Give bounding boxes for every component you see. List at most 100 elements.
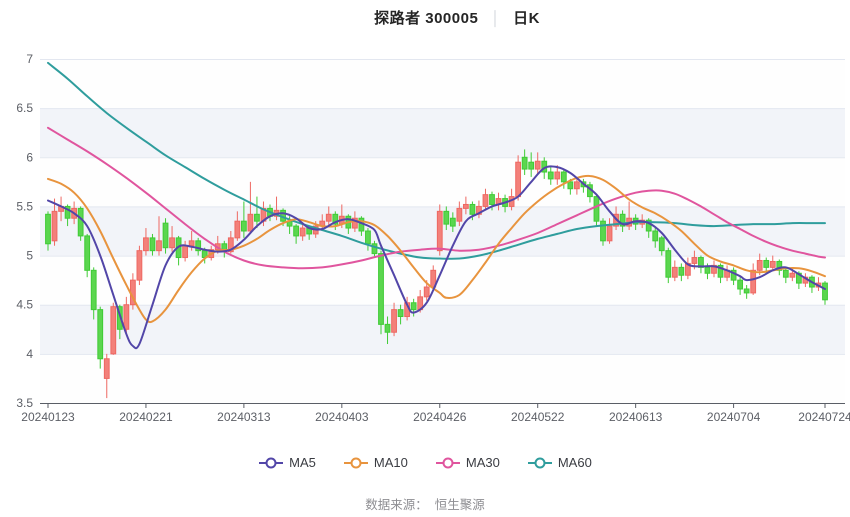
candle-body[interactable]: [764, 260, 769, 267]
candle-body[interactable]: [770, 261, 775, 267]
candle-body[interactable]: [574, 182, 579, 189]
candle-body[interactable]: [672, 267, 677, 277]
candle-body[interactable]: [157, 241, 162, 251]
svg-text:20240221: 20240221: [119, 410, 173, 424]
candle-body[interactable]: [529, 162, 534, 169]
candle-body[interactable]: [568, 182, 573, 189]
candle-body[interactable]: [751, 270, 756, 293]
candlestick-plot-area[interactable]: 3.544.555.566.57202401232024022120240313…: [0, 0, 850, 445]
svg-text:20240123: 20240123: [21, 410, 75, 424]
candle-body[interactable]: [450, 218, 455, 226]
svg-text:20240403: 20240403: [315, 410, 369, 424]
candle-body[interactable]: [241, 221, 246, 231]
y-axis-labels: 3.544.555.566.57: [16, 52, 33, 410]
candle-body[interactable]: [137, 251, 142, 280]
candle-body[interactable]: [666, 251, 671, 278]
candle-body[interactable]: [183, 246, 188, 258]
data-source-label: 数据来源：: [365, 498, 428, 512]
legend-label: MA5: [289, 455, 316, 470]
candle-body[interactable]: [294, 226, 299, 236]
candle-body[interactable]: [385, 324, 390, 332]
ma10-line-marker-icon: [343, 456, 369, 470]
candle-body[interactable]: [594, 197, 599, 222]
stock-kline-chart-card: 探路者 300005 │ 日K 3.544.555.566.5720240123…: [0, 0, 850, 517]
candle-body[interactable]: [85, 236, 90, 270]
candle-body[interactable]: [411, 303, 416, 310]
candle-body[interactable]: [398, 310, 403, 317]
candle-body[interactable]: [653, 231, 658, 241]
data-source-value: 恒生聚源: [435, 498, 485, 512]
ma60-line-marker-icon: [527, 456, 553, 470]
candle-body[interactable]: [679, 267, 684, 275]
candle-body[interactable]: [150, 238, 155, 251]
candle-body[interactable]: [163, 223, 168, 248]
svg-text:4: 4: [26, 347, 33, 361]
candle-body[interactable]: [738, 280, 743, 289]
candle-body[interactable]: [457, 208, 462, 221]
svg-text:20240522: 20240522: [511, 410, 565, 424]
candle-body[interactable]: [444, 211, 449, 224]
candle-body[interactable]: [144, 238, 149, 251]
candle-body[interactable]: [561, 172, 566, 182]
candle-body[interactable]: [98, 310, 103, 359]
legend-item-ma60[interactable]: MA60: [527, 455, 592, 470]
candle-body[interactable]: [52, 211, 57, 240]
legend-item-ma5[interactable]: MA5: [258, 455, 316, 470]
candle-body[interactable]: [555, 172, 560, 179]
svg-text:3.5: 3.5: [16, 396, 33, 410]
candle-body[interactable]: [424, 287, 429, 297]
candle-body[interactable]: [470, 204, 475, 214]
svg-text:20240704: 20240704: [707, 410, 761, 424]
candle-body[interactable]: [516, 162, 521, 196]
candle-body[interactable]: [104, 359, 109, 379]
legend-label: MA30: [466, 455, 500, 470]
candle-body[interactable]: [607, 226, 612, 241]
candle-body[interactable]: [189, 241, 194, 246]
candle-body[interactable]: [659, 238, 664, 251]
candle-body[interactable]: [255, 214, 260, 221]
candle-body[interactable]: [170, 238, 175, 248]
candle-body[interactable]: [757, 260, 762, 270]
candle-body[interactable]: [823, 283, 828, 300]
candle-body[interactable]: [46, 214, 51, 243]
candle-body[interactable]: [78, 208, 83, 236]
candle-body[interactable]: [91, 270, 96, 309]
svg-text:4.5: 4.5: [16, 298, 33, 312]
svg-text:20240313: 20240313: [217, 410, 271, 424]
candle-body[interactable]: [522, 157, 527, 169]
svg-text:5.5: 5.5: [16, 199, 33, 213]
candle-body[interactable]: [483, 195, 488, 207]
ma5-line-marker-icon: [258, 456, 284, 470]
candle-body[interactable]: [463, 204, 468, 208]
candle-body[interactable]: [392, 310, 397, 333]
candle-body[interactable]: [744, 289, 749, 293]
svg-text:6: 6: [26, 150, 33, 164]
candle-body[interactable]: [379, 254, 384, 325]
candle-body[interactable]: [111, 307, 116, 354]
candle-body[interactable]: [300, 228, 305, 236]
candle-body[interactable]: [705, 267, 710, 273]
svg-text:7: 7: [26, 52, 33, 66]
candle-body[interactable]: [235, 221, 240, 238]
candle-body[interactable]: [783, 270, 788, 277]
candle-body[interactable]: [372, 244, 377, 254]
svg-text:20240613: 20240613: [609, 410, 663, 424]
svg-text:5: 5: [26, 249, 33, 263]
x-axis: 20240123 20240221 20240313 20240403 20240426…: [21, 404, 850, 425]
candle-body[interactable]: [326, 214, 331, 221]
candle-body[interactable]: [490, 195, 495, 205]
svg-text:20240426: 20240426: [413, 410, 467, 424]
svg-text:20240724: 20240724: [798, 410, 850, 424]
candle-body[interactable]: [437, 211, 442, 250]
legend-item-ma30[interactable]: MA30: [435, 455, 500, 470]
candle-body[interactable]: [124, 305, 129, 330]
candle-body[interactable]: [601, 221, 606, 241]
candle-body[interactable]: [692, 258, 697, 264]
candle-body[interactable]: [535, 161, 540, 169]
candle-body[interactable]: [790, 273, 795, 277]
legend-item-ma10[interactable]: MA10: [343, 455, 408, 470]
ma30-line-marker-icon: [435, 456, 461, 470]
candle-body[interactable]: [248, 214, 253, 231]
candle-body[interactable]: [366, 231, 371, 244]
candle-body[interactable]: [548, 172, 553, 179]
